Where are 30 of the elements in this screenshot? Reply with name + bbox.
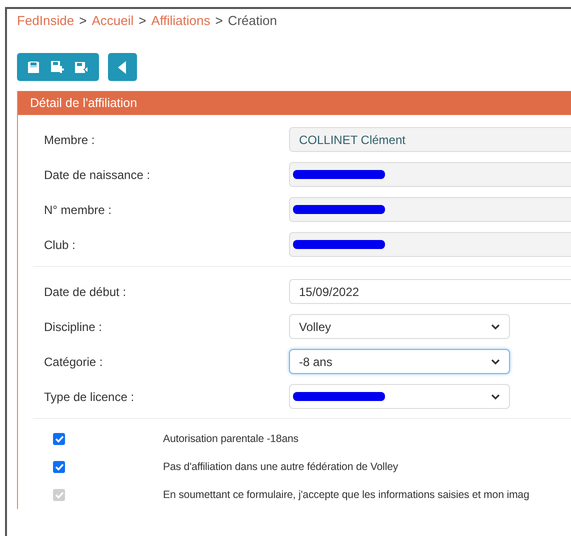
select-dropdown[interactable] — [289, 384, 510, 409]
readonly-field: COLLINET Clément — [289, 127, 571, 152]
chevron-down-icon — [491, 324, 500, 330]
breadcrumb-separator: > — [79, 13, 87, 30]
field-label: Discipline : — [43, 320, 104, 334]
select-dropdown[interactable]: Volley — [289, 314, 510, 339]
breadcrumb-separator: > — [138, 13, 146, 30]
checkbox-label: En soumettant ce formulaire, j'accepte que les informations saisies et mon imag — [163, 489, 530, 501]
floppy-plus-icon — [50, 60, 64, 74]
checkbox-label: Pas d'affiliation dans une autre fédération de Volley — [163, 461, 398, 473]
field-label: Club : — [43, 238, 76, 252]
select-dropdown[interactable]: -8 ans — [289, 349, 510, 374]
checkbox-label: Autorisation parentale -18ans — [163, 433, 298, 445]
back-triangle-icon — [118, 60, 127, 74]
date-input-field[interactable]: 15/09/2022 — [289, 279, 571, 304]
chevron-down-icon — [491, 394, 500, 400]
checkbox[interactable] — [53, 461, 65, 473]
chevron-down-icon — [491, 358, 500, 364]
floppy-arrow-icon — [74, 60, 89, 74]
back-button[interactable] — [108, 53, 137, 81]
breadcrumb-separator: > — [215, 13, 223, 30]
field-label: Date de début : — [43, 284, 128, 298]
field-label: Membre : — [43, 132, 96, 146]
panel-title: Détail de l'affiliation — [18, 91, 571, 115]
field-label: Type de licence : — [43, 390, 136, 404]
field-label: Catégorie : — [43, 354, 104, 368]
breadcrumb-current: Création — [228, 13, 277, 30]
field-label: Date de naissance : — [43, 168, 152, 182]
checkbox[interactable] — [53, 433, 65, 445]
field-label: N° membre : — [43, 202, 112, 216]
